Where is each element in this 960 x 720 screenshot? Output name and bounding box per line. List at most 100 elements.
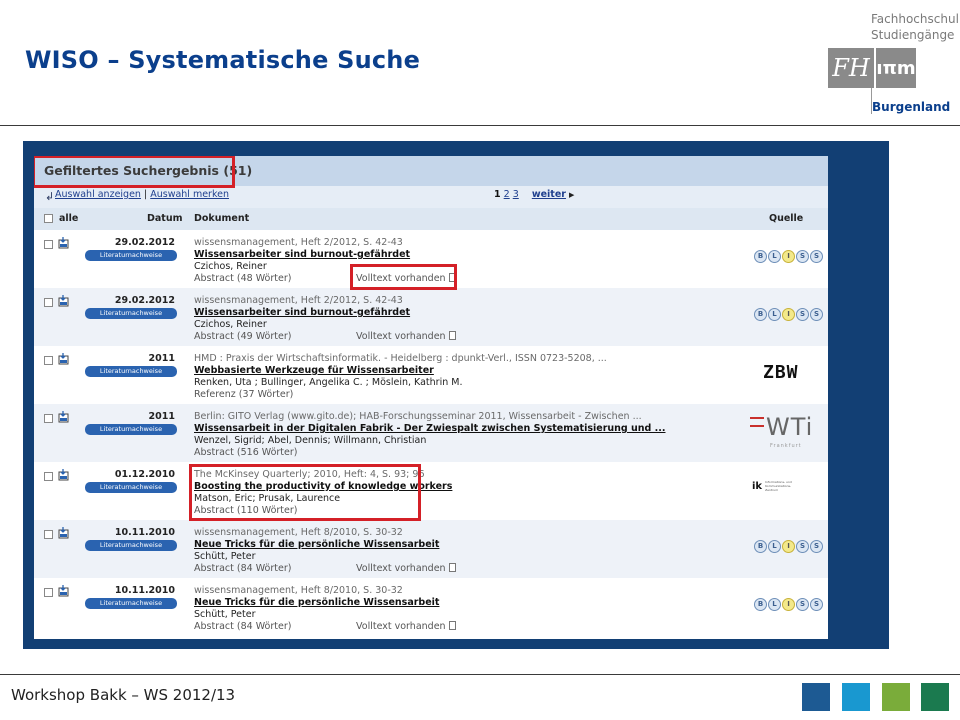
footer-square	[882, 683, 910, 711]
row-checkbox[interactable]	[44, 414, 53, 423]
col-source[interactable]: Quelle	[769, 213, 803, 224]
select-all-checkbox[interactable]	[44, 214, 53, 223]
toolbar-separator: |	[143, 189, 148, 200]
save-document-icon[interactable]	[58, 411, 70, 423]
bliss-letter: L	[768, 308, 781, 321]
bliss-letter: S	[810, 540, 823, 553]
row-abstract[interactable]: Abstract (49 Wörter)	[194, 331, 291, 342]
row-abstract[interactable]: Referenz (37 Wörter)	[194, 389, 293, 400]
row-source: wissensmanagement, Heft 8/2010, S. 30-32	[194, 527, 403, 538]
fh-burgenland-logo: Fachhochschul Studiengänge FH ıπm Burgen…	[826, 8, 959, 120]
col-document[interactable]: Dokument	[194, 213, 249, 224]
bliss-letter: S	[796, 598, 809, 611]
next-page-link[interactable]: weiter	[532, 189, 566, 200]
fulltext-link[interactable]: Volltext vorhanden	[356, 331, 456, 342]
row-source: wissensmanagement, Heft 8/2010, S. 30-32	[194, 585, 403, 596]
bliss-letter: B	[754, 598, 767, 611]
logo-line2: Studiengänge	[871, 28, 955, 42]
wti-lines-icon	[750, 417, 764, 427]
fulltext-link[interactable]: Volltext vorhanden	[356, 563, 456, 574]
highlight-fulltext	[350, 264, 457, 290]
row-title-link[interactable]: Neue Tricks für die persönliche Wissensa…	[194, 539, 439, 550]
save-document-icon[interactable]	[58, 353, 70, 365]
row-date: 29.02.2012	[114, 295, 175, 306]
return-arrow-icon: ↲	[45, 190, 55, 203]
row-authors: Czichos, Reiner	[194, 261, 267, 272]
row-checkbox[interactable]	[44, 588, 53, 597]
bliss-letter: B	[754, 308, 767, 321]
literature-badge[interactable]: Literaturnachweise	[85, 424, 177, 435]
next-arrow-icon[interactable]: ▶	[569, 191, 574, 199]
save-document-icon[interactable]	[58, 469, 70, 481]
bliss-letter: L	[768, 250, 781, 263]
col-all-label: alle	[59, 213, 79, 224]
bliss-letter: L	[768, 598, 781, 611]
bliss-letter: I	[782, 308, 795, 321]
row-title-link[interactable]: Wissensarbeiter sind burnout-gefährdet	[194, 249, 410, 260]
row-checkbox[interactable]	[44, 298, 53, 307]
row-source: wissensmanagement, Heft 2/2012, S. 42-43	[194, 295, 403, 306]
show-selection-link[interactable]: Auswahl anzeigen	[55, 189, 141, 200]
literature-badge[interactable]: Literaturnachweise	[85, 482, 177, 493]
fulltext-label: Volltext vorhanden	[356, 621, 446, 632]
result-row: 29.02.2012 Literaturnachweise wissensmanag…	[34, 288, 828, 346]
bliss-letter: B	[754, 250, 767, 263]
logo-fh-mark: FH	[828, 48, 874, 88]
page-current: 1	[494, 189, 501, 200]
ik-sub: Informations- und Kommunikations-Zentrum	[765, 480, 792, 492]
row-date: 01.12.2010	[114, 469, 175, 480]
row-title-link[interactable]: Wissensarbeiter sind burnout-gefährdet	[194, 307, 410, 318]
row-date: 29.02.2012	[114, 237, 175, 248]
footer-divider	[0, 674, 960, 675]
literature-badge[interactable]: Literaturnachweise	[85, 366, 177, 377]
result-row: 2011 Literaturnachweise HMD : Praxis der W…	[34, 346, 828, 404]
bliss-letter: S	[796, 250, 809, 263]
row-checkbox[interactable]	[44, 356, 53, 365]
bliss-logo: BLISS	[754, 308, 824, 322]
results-panel: Gefiltertes Suchergebnis (51) ↲ Auswahl …	[34, 156, 828, 639]
footer-square	[802, 683, 830, 711]
footer-square	[921, 683, 949, 711]
row-abstract[interactable]: Abstract (48 Wörter)	[194, 273, 291, 284]
results-toolbar: ↲ Auswahl anzeigen | Auswahl merken 1 2 …	[34, 186, 828, 208]
literature-badge[interactable]: Literaturnachweise	[85, 250, 177, 261]
page-3-link[interactable]: 3	[513, 189, 519, 200]
literature-badge[interactable]: Literaturnachweise	[85, 540, 177, 551]
bliss-letter: I	[782, 540, 795, 553]
bliss-letter: B	[754, 540, 767, 553]
highlight-mckinsey-result	[189, 464, 421, 521]
literature-badge[interactable]: Literaturnachweise	[85, 598, 177, 609]
page-2-link[interactable]: 2	[504, 189, 510, 200]
ik-logo: ik Informations- und Kommunikations-Zentr…	[752, 480, 795, 492]
literature-badge[interactable]: Literaturnachweise	[85, 308, 177, 319]
save-document-icon[interactable]	[58, 585, 70, 597]
row-title-link[interactable]: Neue Tricks für die persönliche Wissensa…	[194, 597, 439, 608]
col-date[interactable]: Datum	[147, 213, 183, 224]
bliss-letter: S	[796, 540, 809, 553]
bliss-letter: I	[782, 598, 795, 611]
result-row: 2011 Literaturnachweise Berlin: GITO Verla…	[34, 404, 828, 462]
wti-sub: Frankfurt	[770, 443, 802, 449]
fulltext-link[interactable]: Volltext vorhanden	[356, 621, 456, 632]
highlight-result-count	[34, 156, 235, 188]
bliss-logo: BLISS	[754, 540, 824, 554]
row-checkbox[interactable]	[44, 240, 53, 249]
save-document-icon[interactable]	[58, 295, 70, 307]
page-icon	[448, 621, 456, 630]
row-title-link[interactable]: Wissensarbeit in der Digitalen Fabrik - …	[194, 423, 666, 434]
save-document-icon[interactable]	[58, 237, 70, 249]
save-document-icon[interactable]	[58, 527, 70, 539]
row-checkbox[interactable]	[44, 472, 53, 481]
row-abstract[interactable]: Abstract (84 Wörter)	[194, 621, 291, 632]
save-selection-link[interactable]: Auswahl merken	[150, 189, 229, 200]
row-title-link[interactable]: Webbasierte Werkzeuge für Wissensarbeite…	[194, 365, 434, 376]
row-abstract[interactable]: Abstract (516 Wörter)	[194, 447, 298, 458]
row-date: 10.11.2010	[114, 527, 175, 538]
logo-line3: Burgenland	[872, 100, 951, 114]
row-abstract[interactable]: Abstract (84 Wörter)	[194, 563, 291, 574]
row-checkbox[interactable]	[44, 530, 53, 539]
result-row: 10.11.2010 Literaturnachweise wissensmanag…	[34, 520, 828, 578]
row-authors: Schütt, Peter	[194, 609, 256, 620]
zbw-logo: ZBW	[763, 362, 799, 383]
footer-text: Workshop Bakk – WS 2012/13	[11, 686, 236, 704]
